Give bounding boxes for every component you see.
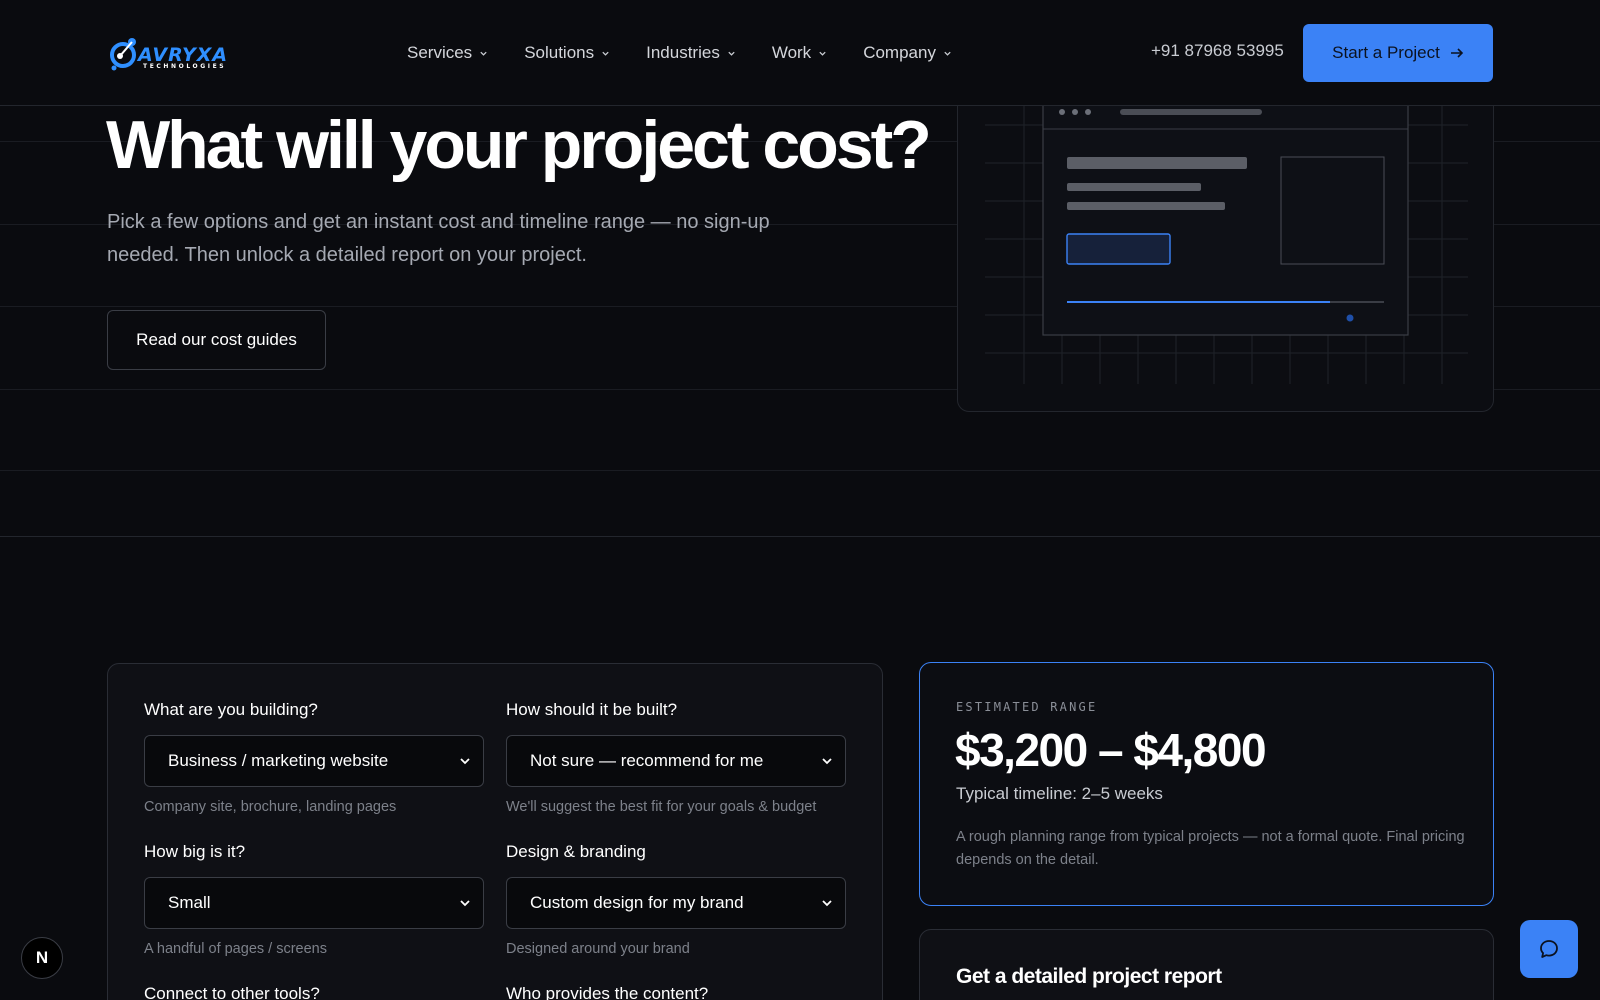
estimator-form: What are you building? Business / market…	[107, 663, 883, 1000]
building-type-select[interactable]: Business / marketing website	[144, 735, 484, 787]
bg-divider	[0, 470, 1600, 471]
estimate-note: A rough planning range from typical proj…	[956, 829, 1465, 868]
nav-item-industries[interactable]: Industries	[646, 40, 736, 66]
field-label: Connect to other tools?	[144, 984, 320, 1000]
chevron-down-icon	[602, 51, 609, 56]
nav-item-solutions[interactable]: Solutions	[524, 40, 610, 66]
field-content: Who provides the content?	[506, 984, 708, 1000]
chevron-down-icon	[822, 900, 832, 907]
field-label: Who provides the content?	[506, 984, 709, 1000]
chevron-down-icon	[460, 900, 470, 907]
estimate-value: $3,200 – $4,800	[955, 724, 1267, 776]
field-label: How should it be built?	[506, 700, 678, 719]
field-size: How big is it? Small A handful of pages …	[144, 842, 484, 957]
size-select[interactable]: Small	[144, 877, 484, 929]
field-hint: Company site, brochure, landing pages	[144, 799, 397, 815]
chevron-down-icon	[819, 51, 826, 56]
hero-subtitle: Pick a few options and get an instant co…	[107, 211, 770, 266]
chevron-down-icon	[480, 51, 487, 56]
nav-item-label: Services	[407, 43, 473, 62]
chat-bubble-icon	[1540, 940, 1558, 958]
chat-button[interactable]	[1520, 920, 1578, 978]
field-label: How big is it?	[144, 842, 246, 861]
field-integrations: Connect to other tools?	[144, 984, 320, 1000]
field-hint: Designed around your brand	[506, 941, 690, 957]
chevron-down-icon	[728, 51, 735, 56]
chevron-down-icon	[822, 758, 832, 765]
estimate-card: ESTIMATED RANGE $3,200 – $4,800 Typical …	[919, 662, 1494, 906]
nav-item-label: Work	[771, 43, 812, 62]
select-value: Custom design for my brand	[530, 893, 744, 912]
nav-item-label: Industries	[646, 43, 720, 62]
select-value: Not sure — recommend for me	[530, 751, 764, 770]
select-value: Business / marketing website	[168, 751, 389, 770]
site-header: AVRYXA TECHNOLOGIES Services Solutions I…	[0, 0, 1600, 106]
page-title: What will your project cost?	[106, 107, 932, 183]
chevron-down-icon	[460, 758, 470, 765]
field-building: What are you building? Business / market…	[144, 700, 484, 815]
field-label: Design & branding	[506, 842, 646, 861]
nav-item-company[interactable]: Company	[863, 40, 952, 66]
field-hint: We'll suggest the best fit for your goal…	[506, 799, 817, 815]
main-nav: Services Solutions Industries Work Compa…	[407, 40, 988, 66]
phone-link[interactable]: +91 87968 53995	[1151, 41, 1284, 61]
nav-item-work[interactable]: Work	[772, 40, 827, 66]
nav-item-label: Solutions	[524, 43, 595, 62]
field-label: What are you building?	[144, 700, 318, 719]
field-build-method: How should it be built? Not sure — recom…	[506, 700, 846, 815]
logo-mark-icon	[110, 38, 136, 71]
wireframe-grid-illustration	[985, 90, 1468, 384]
cost-guides-button[interactable]: Read our cost guides	[107, 310, 326, 370]
field-hint: A handful of pages / screens	[144, 941, 327, 957]
build-method-select[interactable]: Not sure — recommend for me	[506, 735, 846, 787]
logo-tagline: TECHNOLOGIES	[143, 63, 227, 70]
arrow-right-icon	[1450, 48, 1463, 58]
nav-item-label: Company	[863, 43, 936, 62]
report-card: Get a detailed project report	[919, 929, 1494, 1000]
nav-item-services[interactable]: Services	[407, 40, 488, 66]
cta-label: Start a Project	[1332, 43, 1440, 62]
brand-logo[interactable]: AVRYXA TECHNOLOGIES	[108, 32, 234, 74]
select-value: Small	[168, 893, 211, 912]
estimate-timeline: Typical timeline: 2–5 weeks	[956, 784, 1163, 803]
field-design: Design & branding Custom design for my b…	[506, 842, 846, 957]
chevron-down-icon	[944, 51, 951, 56]
design-select[interactable]: Custom design for my brand	[506, 877, 846, 929]
estimate-label: ESTIMATED RANGE	[956, 700, 1098, 714]
section-divider	[0, 536, 1600, 537]
start-project-button[interactable]: Start a Project	[1303, 24, 1493, 82]
next-dev-badge[interactable]: N	[21, 937, 63, 979]
report-title: Get a detailed project report	[956, 965, 1222, 988]
hero-illustration	[957, 80, 1494, 412]
